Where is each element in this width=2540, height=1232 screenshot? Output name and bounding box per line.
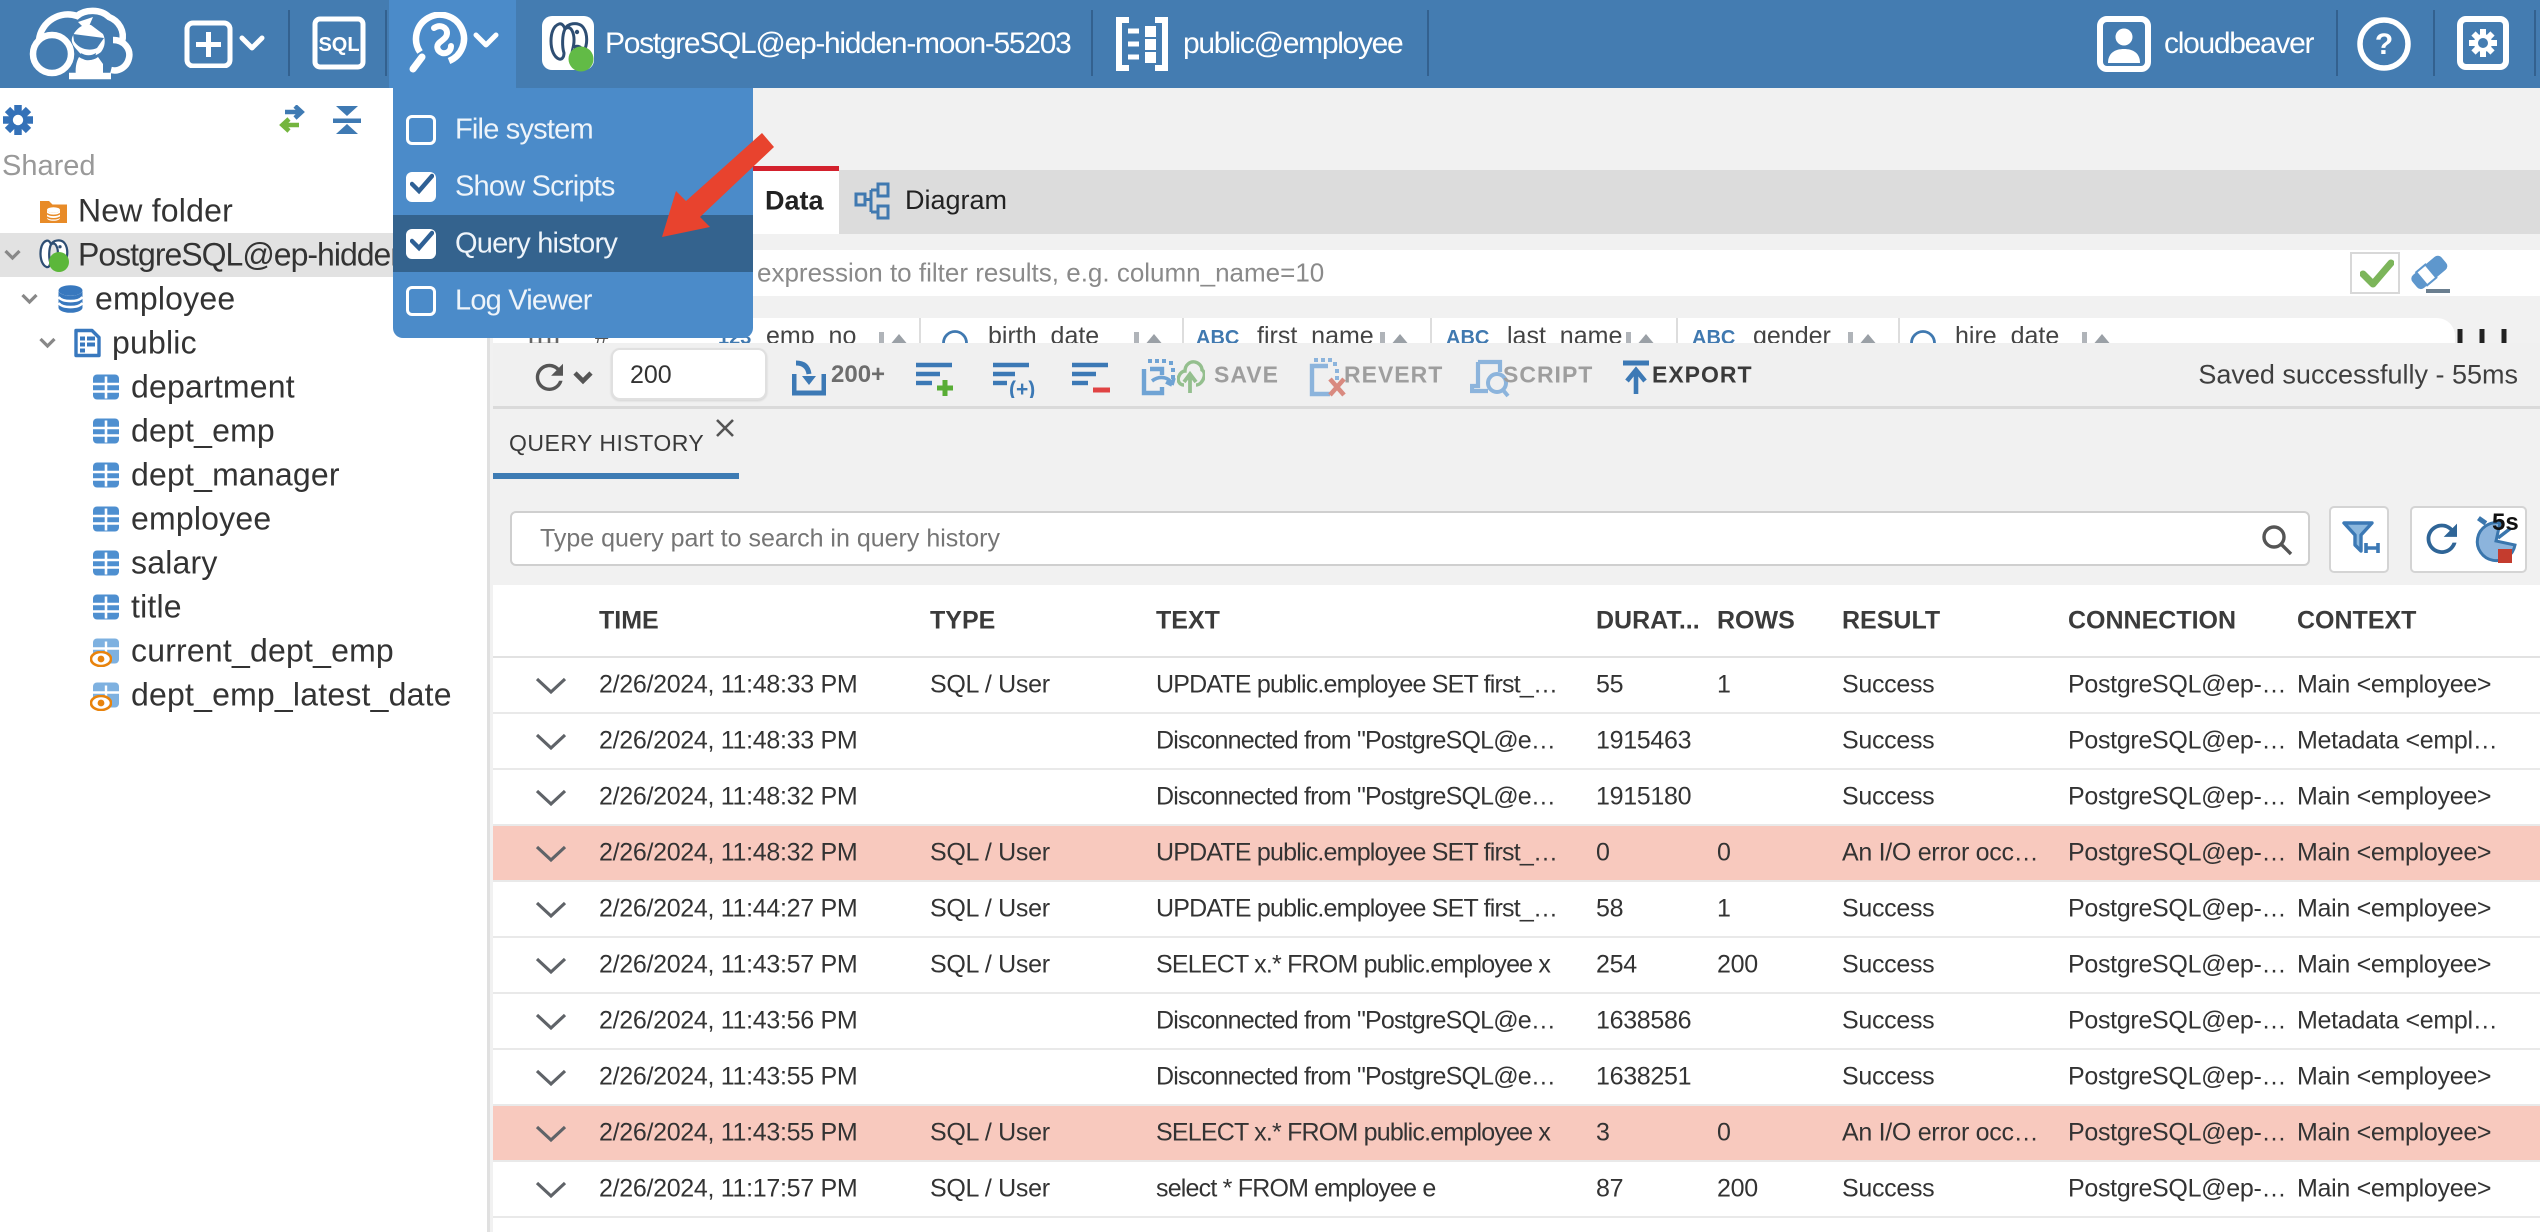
svg-text:(+): (+) bbox=[1009, 378, 1035, 398]
svg-text:SQL: SQL bbox=[318, 34, 359, 56]
svg-text:?: ? bbox=[2375, 28, 2393, 61]
